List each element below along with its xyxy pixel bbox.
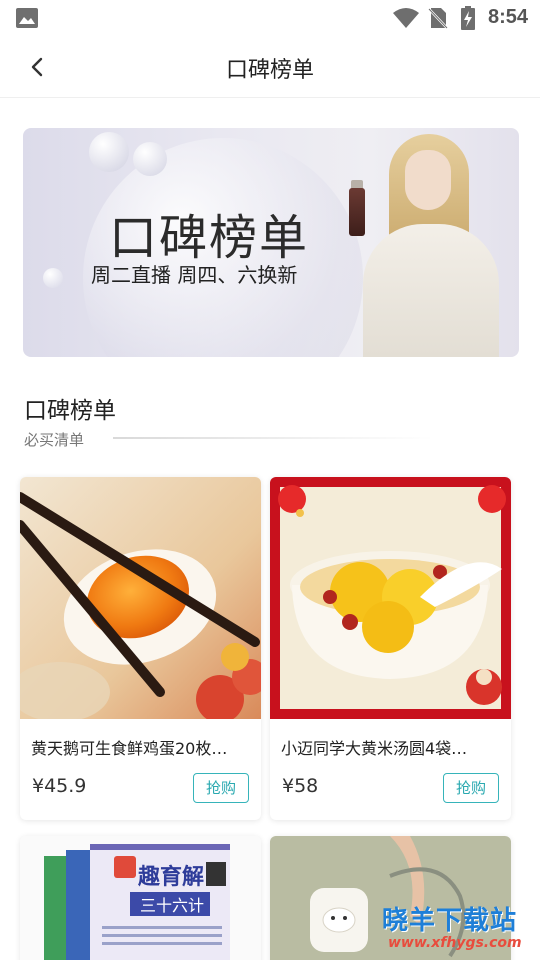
- product-image-tangyuan: [270, 477, 511, 719]
- product-price: ¥45.9: [32, 775, 87, 797]
- wifi-icon: [393, 8, 419, 28]
- battery-charging-icon: [461, 6, 475, 30]
- watermark-logo: 晓羊下载站 www.xfhygs.com: [382, 900, 540, 960]
- product-card[interactable]: 趣育解 三十六计: [20, 836, 261, 960]
- top-navbar: 口碑榜单: [0, 36, 540, 98]
- watermark-url: www.xfhygs.com: [388, 935, 522, 951]
- watermark-text: 晓羊下载站: [382, 906, 518, 936]
- promo-banner[interactable]: 口碑榜单 周二直播 周四、六换新: [23, 128, 519, 357]
- product-name: 小迈同学大黄米汤圆4袋…: [281, 739, 468, 758]
- product-image-book: 趣育解 三十六计: [20, 836, 261, 960]
- banner-title: 口碑榜单: [109, 210, 310, 266]
- status-time: 8:54: [487, 6, 528, 28]
- no-sim-icon: [428, 8, 448, 29]
- book-subtitle: 三十六计: [140, 896, 204, 915]
- banner-bubble-small: [43, 268, 63, 288]
- product-name: 黄天鹅可生食鲜鸡蛋20枚…: [31, 739, 228, 758]
- status-bar: 8:54: [0, 0, 540, 36]
- product-card[interactable]: 黄天鹅可生食鲜鸡蛋20枚… ¥45.9 抢购: [20, 477, 261, 820]
- banner-subtitle: 周二直播 周四、六换新: [91, 263, 298, 287]
- section-title: 口碑榜单: [24, 398, 116, 424]
- book-title: 趣育解: [137, 864, 204, 890]
- page-title: 口碑榜单: [225, 58, 314, 83]
- product-image-egg: [20, 477, 261, 719]
- image-notification-icon: [16, 8, 38, 28]
- banner-bubble-small: [89, 132, 129, 172]
- product-card[interactable]: 小迈同学大黄米汤圆4袋… ¥58 抢购: [270, 477, 511, 820]
- product-price: ¥58: [282, 775, 319, 797]
- buy-button[interactable]: 抢购: [193, 773, 249, 803]
- section-subtitle: 必买清单: [24, 431, 85, 449]
- buy-button[interactable]: 抢购: [443, 773, 499, 803]
- banner-bubble-small: [133, 142, 167, 176]
- banner-model-image: [349, 128, 499, 357]
- section-divider: [113, 437, 433, 439]
